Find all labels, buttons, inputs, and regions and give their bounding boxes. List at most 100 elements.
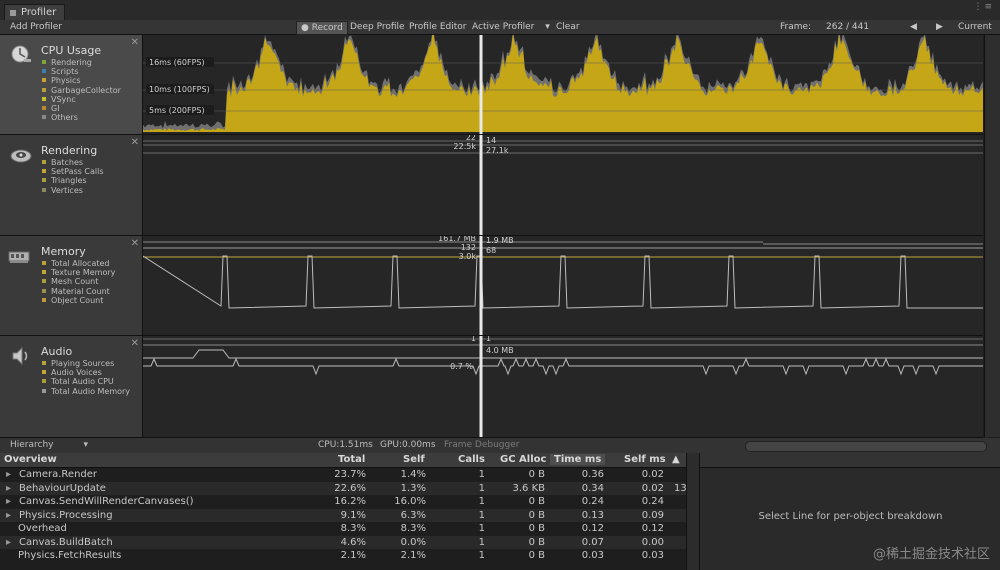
memory-panel[interactable]: Memory ✕ Total Allocated Texture Memory Me… (0, 236, 143, 336)
frame-cursor (479, 336, 483, 437)
legend-label: Total Audio Memory (51, 386, 131, 396)
legend-label: Mesh Count (51, 277, 99, 287)
profiler-tab-label: Profiler (21, 7, 57, 18)
col-total[interactable]: Total (338, 454, 365, 465)
legend-swatch (42, 69, 46, 74)
active-profiler-dropdown[interactable]: Active Profiler ▾ (472, 21, 550, 33)
col-time-ms[interactable]: Time ms (550, 454, 606, 465)
record-button[interactable]: ● Record (296, 21, 348, 35)
add-profiler-dropdown[interactable]: Add Profiler (10, 21, 62, 33)
legend-label: Material Count (51, 286, 110, 296)
audio-close-icon[interactable]: ✕ (131, 338, 139, 349)
rendering-panel[interactable]: Rendering ✕ Batches SetPass Calls Triangle… (0, 135, 143, 236)
audio-panel[interactable]: Audio ✕ Playing Sources Audio Voices Total… (0, 336, 143, 438)
memory-graph[interactable]: 161.7 MB 132 3.0k 1.9 MB 68 (143, 236, 983, 336)
row-name: Overhead (18, 523, 67, 534)
table-row[interactable]: Overhead 8.3% 8.3% 1 0 B 0.12 0.12 (0, 522, 686, 536)
table-scrollbar[interactable] (686, 453, 699, 570)
legend-swatch (42, 178, 46, 183)
col-self-ms[interactable]: Self ms (624, 454, 666, 465)
legend-item[interactable]: Vertices (42, 186, 103, 195)
legend-item[interactable]: VSync (42, 95, 121, 104)
profiler-tab-icon (10, 10, 16, 16)
legend-item[interactable]: Batches (42, 158, 103, 167)
prev-frame-icon[interactable]: ◀ (910, 21, 917, 33)
object-breakdown-header (700, 453, 1000, 468)
legend-swatch (42, 60, 46, 64)
frame-cursor (479, 135, 483, 235)
legend-item[interactable]: Scripts (42, 67, 121, 76)
row-time: 0.07 (581, 536, 604, 548)
table-row[interactable]: ▸ BehaviourUpdate 22.6% 1.3% 1 3.6 KB 0.34 0.02… (0, 481, 687, 495)
search-input[interactable] (745, 441, 987, 452)
current-frame-button[interactable]: Current (958, 21, 992, 33)
legend-item[interactable]: Object Count (42, 296, 115, 305)
col-self[interactable]: Self (403, 454, 425, 465)
legend-label: Scripts (51, 67, 79, 77)
audio-graph[interactable]: 1 0.7 % 1 4.0 MB (143, 336, 983, 438)
profile-editor-button[interactable]: Profile Editor (409, 21, 466, 33)
expand-arrow-icon[interactable]: ▸ (6, 469, 11, 480)
memory-close-icon[interactable]: ✕ (131, 238, 139, 249)
window-menu-icon[interactable]: ⋮≡ (973, 2, 994, 12)
cpu-usage-panel[interactable]: CPU Usage ✕ Rendering Scripts Physics Garba… (0, 35, 143, 135)
watermark: @稀土掘金技术社区 (872, 547, 990, 562)
expand-arrow-icon[interactable]: ▸ (6, 496, 11, 507)
expand-arrow-icon[interactable]: ▸ (6, 483, 11, 494)
col-calls[interactable]: Calls (458, 454, 485, 465)
cpu-close-icon[interactable]: ✕ (131, 37, 139, 48)
graph-scrollbar[interactable] (984, 35, 1000, 437)
memory-legend: Total Allocated Texture Memory Mesh Count M… (42, 259, 115, 305)
row-selfms: 0.24 (641, 496, 664, 507)
next-frame-icon[interactable]: ▶ (936, 21, 943, 33)
audio-value-right: 1 (486, 336, 491, 343)
legend-item[interactable]: Others (42, 113, 121, 122)
legend-swatch (42, 288, 46, 293)
rendering-close-icon[interactable]: ✕ (131, 137, 139, 148)
expand-arrow-icon[interactable]: ▸ (6, 537, 11, 548)
table-row[interactable]: ▸ Canvas.BuildBatch 4.6% 0.0% 1 0 B 0.07 0.00 (0, 535, 686, 549)
memory-value-left: 3.0k (459, 252, 477, 261)
legend-item[interactable]: GI (42, 104, 121, 113)
legend-item[interactable]: Triangles (42, 176, 103, 185)
table-row[interactable]: ▸ Camera.Render 23.7% 1.4% 1 0 B 0.36 0.02 (0, 468, 686, 482)
row-time: 0.03 (581, 550, 604, 561)
row-calls: 1 (478, 496, 485, 507)
table-row[interactable]: ▸ Physics.Processing 9.1% 6.3% 1 0 B 0.13 0.09 (0, 508, 686, 522)
frame-debugger-button[interactable]: Frame Debugger (444, 440, 519, 450)
audio-title: Audio (41, 345, 73, 358)
legend-item[interactable]: Material Count (42, 287, 115, 296)
row-selfms: 0.02 (641, 469, 664, 480)
legend-item[interactable]: Mesh Count (42, 277, 115, 286)
legend-item[interactable]: Texture Memory (42, 268, 115, 277)
legend-item[interactable]: Total Allocated (42, 259, 115, 268)
details-toolbar: Hierarchy ▾ CPU:1.51ms GPU:0.00ms Frame D… (0, 438, 1000, 454)
col-gc-alloc[interactable]: GC Alloc (500, 454, 546, 465)
hierarchy-dropdown[interactable]: Hierarchy ▾ (10, 440, 88, 450)
row-gc: 0 B (528, 523, 545, 534)
legend-item[interactable]: Physics (42, 76, 121, 85)
legend-item[interactable]: Total Audio CPU (42, 377, 130, 386)
deep-profile-button[interactable]: Deep Profile (350, 21, 405, 33)
legend-item[interactable]: Total Audio Memory (42, 387, 130, 396)
legend-item[interactable]: Audio Voices (42, 368, 130, 377)
profiler-tab[interactable]: Profiler (4, 4, 66, 21)
cpu-usage-graph[interactable]: 16ms (60FPS) 10ms (100FPS) 5ms (200FPS) (143, 35, 983, 135)
expand-arrow-icon[interactable]: ▸ (6, 510, 11, 521)
legend-item[interactable]: Rendering (42, 58, 121, 67)
legend-item[interactable]: GarbageCollector (42, 86, 121, 95)
legend-label: Total Audio CPU (51, 377, 114, 387)
rendering-graph[interactable]: 22 22.5k 14 27.1k (143, 135, 983, 236)
legend-label: GarbageCollector (51, 85, 121, 95)
legend-item[interactable]: SetPass Calls (42, 167, 103, 176)
table-row[interactable]: ▸ Canvas.SendWillRenderCanvases() 16.2% 16.… (0, 495, 686, 509)
col-overview[interactable]: Overview (4, 454, 57, 465)
legend-item[interactable]: Playing Sources (42, 359, 130, 368)
table-row[interactable]: Physics.FetchResults 2.1% 2.1% 1 0 B 0.03 0.03 (0, 549, 686, 563)
legend-label: GI (51, 103, 60, 113)
legend-swatch (42, 370, 46, 375)
legend-label: Triangles (51, 176, 87, 186)
cpu-usage-title: CPU Usage (41, 44, 102, 57)
legend-swatch (42, 388, 46, 393)
clear-button[interactable]: Clear (556, 21, 580, 33)
